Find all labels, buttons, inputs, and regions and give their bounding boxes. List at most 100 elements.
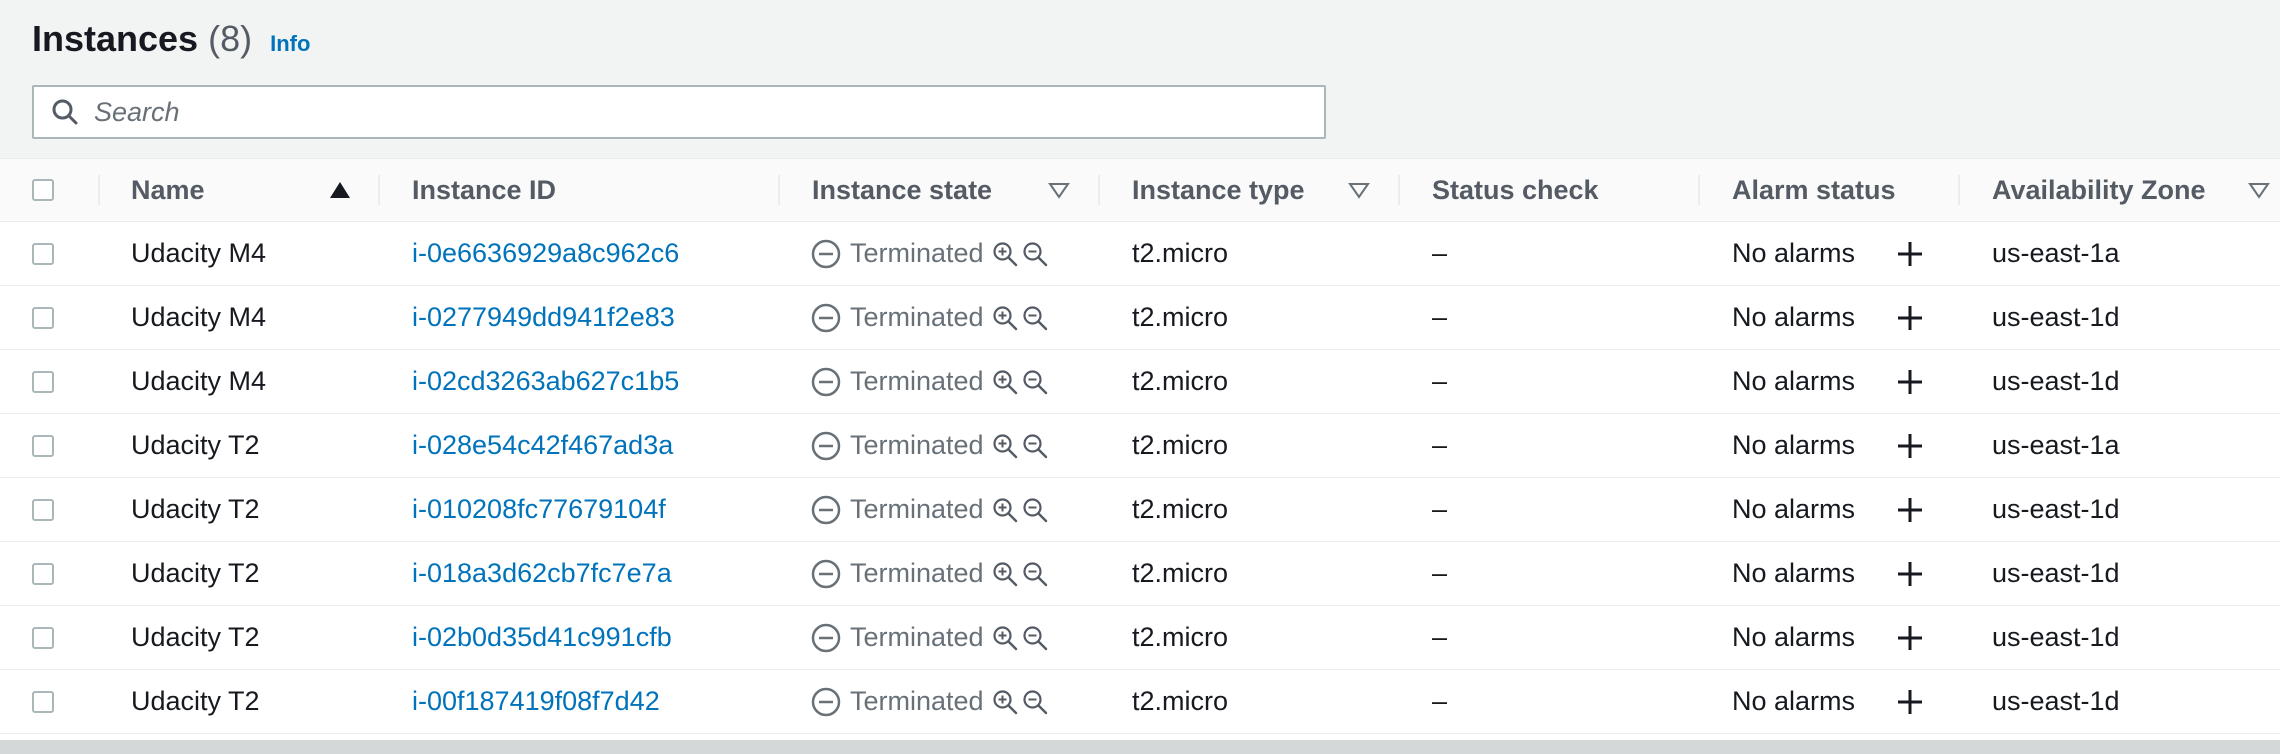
column-divider[interactable]: [1098, 175, 1100, 205]
plus-icon[interactable]: [1892, 236, 1928, 272]
zoom-out-icon[interactable]: [1020, 303, 1050, 333]
instance-id-link[interactable]: i-010208fc77679104f: [412, 478, 666, 541]
table-row[interactable]: Udacity T2 i-028e54c42f467ad3a Terminate…: [0, 414, 2280, 478]
plus-icon[interactable]: [1892, 684, 1928, 720]
zoom-out-icon[interactable]: [1020, 495, 1050, 525]
plus-icon[interactable]: [1892, 620, 1928, 656]
zoom-in-icon[interactable]: [990, 559, 1020, 589]
select-all-checkbox[interactable]: [32, 179, 54, 201]
state-label: Terminated: [850, 686, 984, 716]
instance-id-link[interactable]: i-0277949dd941f2e83: [412, 286, 675, 349]
plus-icon[interactable]: [1892, 492, 1928, 528]
search-box[interactable]: [32, 85, 1326, 139]
column-header-status-check[interactable]: Status check: [1432, 159, 1599, 221]
add-alarm-button[interactable]: [1892, 478, 1928, 541]
table-row[interactable]: Udacity M4 i-02cd3263ab627c1b5 Terminate…: [0, 350, 2280, 414]
column-header-name[interactable]: Name: [131, 159, 205, 221]
minus-circle-icon: [810, 238, 842, 270]
row-checkbox[interactable]: [32, 499, 54, 521]
column-header-instance-state[interactable]: Instance state: [812, 159, 992, 221]
zoom-in-icon[interactable]: [990, 431, 1020, 461]
minus-circle-icon: [810, 494, 842, 526]
zoom-in-icon[interactable]: [990, 303, 1020, 333]
row-checkbox[interactable]: [32, 371, 54, 393]
filter-triangle-icon[interactable]: [1048, 159, 1070, 221]
column-divider[interactable]: [1398, 175, 1400, 205]
column-header-alarm-status[interactable]: Alarm status: [1732, 159, 1896, 221]
filter-triangle-icon[interactable]: [1348, 159, 1370, 221]
zoom-controls: [990, 367, 1050, 397]
instance-id-link[interactable]: i-02b0d35d41c991cfb: [412, 606, 672, 669]
zoom-in-icon[interactable]: [990, 623, 1020, 653]
zoom-in-icon[interactable]: [990, 687, 1020, 717]
add-alarm-button[interactable]: [1892, 606, 1928, 669]
instance-id-link[interactable]: i-00f187419f08f7d42: [412, 670, 660, 733]
zoom-out-icon[interactable]: [1020, 687, 1050, 717]
status-check: –: [1432, 366, 1448, 396]
zoom-in-icon[interactable]: [990, 495, 1020, 525]
zoom-out-icon[interactable]: [1020, 367, 1050, 397]
alarm-status: No alarms: [1732, 494, 1856, 524]
column-header-availability-zone[interactable]: Availability Zone: [1992, 159, 2206, 221]
table-row[interactable]: Udacity T2 i-018a3d62cb7fc7e7a Terminate…: [0, 542, 2280, 606]
zoom-out-icon[interactable]: [1020, 559, 1050, 589]
add-alarm-button[interactable]: [1892, 414, 1928, 477]
filter-triangle-icon[interactable]: [2248, 159, 2270, 221]
availability-zone: us-east-1a: [1992, 430, 2120, 460]
row-checkbox[interactable]: [32, 627, 54, 649]
zoom-out-icon[interactable]: [1020, 623, 1050, 653]
table-row[interactable]: Udacity M4 i-0277949dd941f2e83 Terminate…: [0, 286, 2280, 350]
availability-zone: us-east-1d: [1992, 302, 2120, 332]
column-divider[interactable]: [98, 175, 100, 205]
row-checkbox[interactable]: [32, 307, 54, 329]
horizontal-scrollbar[interactable]: [0, 740, 2280, 754]
instance-state: Terminated: [810, 606, 1050, 669]
instance-state: Terminated: [810, 670, 1050, 733]
column-header-instance-id[interactable]: Instance ID: [412, 159, 556, 221]
instance-name: Udacity T2: [131, 494, 260, 524]
add-alarm-button[interactable]: [1892, 286, 1928, 349]
state-label: Terminated: [850, 366, 984, 396]
status-check: –: [1432, 430, 1448, 460]
zoom-in-icon[interactable]: [990, 239, 1020, 269]
alarm-status: No alarms: [1732, 302, 1856, 332]
row-checkbox[interactable]: [32, 691, 54, 713]
instance-id-link[interactable]: i-02cd3263ab627c1b5: [412, 350, 679, 413]
table-row[interactable]: Udacity T2 i-02b0d35d41c991cfb Terminate…: [0, 606, 2280, 670]
instance-id-link[interactable]: i-018a3d62cb7fc7e7a: [412, 542, 672, 605]
column-divider[interactable]: [1958, 175, 1960, 205]
table-row[interactable]: Udacity T2 i-010208fc77679104f Terminate…: [0, 478, 2280, 542]
row-checkbox[interactable]: [32, 435, 54, 457]
instance-id-link[interactable]: i-0e6636929a8c962c6: [412, 222, 679, 285]
table-row[interactable]: Udacity M4 i-0e6636929a8c962c6 Terminate…: [0, 222, 2280, 286]
column-divider[interactable]: [378, 175, 380, 205]
add-alarm-button[interactable]: [1892, 222, 1928, 285]
instance-id-link[interactable]: i-028e54c42f467ad3a: [412, 414, 673, 477]
zoom-controls: [990, 559, 1050, 589]
plus-icon[interactable]: [1892, 364, 1928, 400]
search-icon: [48, 95, 82, 129]
minus-circle-icon: [810, 366, 842, 398]
plus-icon[interactable]: [1892, 428, 1928, 464]
plus-icon[interactable]: [1892, 556, 1928, 592]
sort-ascending-icon[interactable]: [328, 159, 352, 221]
zoom-in-icon[interactable]: [990, 367, 1020, 397]
row-checkbox[interactable]: [32, 563, 54, 585]
row-checkbox[interactable]: [32, 243, 54, 265]
zoom-out-icon[interactable]: [1020, 431, 1050, 461]
column-divider[interactable]: [778, 175, 780, 205]
search-input[interactable]: [92, 91, 1324, 133]
add-alarm-button[interactable]: [1892, 350, 1928, 413]
column-header-instance-type[interactable]: Instance type: [1132, 159, 1305, 221]
add-alarm-button[interactable]: [1892, 670, 1928, 733]
page-title: Instances: [32, 18, 199, 59]
plus-icon[interactable]: [1892, 300, 1928, 336]
add-alarm-button[interactable]: [1892, 542, 1928, 605]
table-body: Udacity M4 i-0e6636929a8c962c6 Terminate…: [0, 222, 2280, 734]
table-row[interactable]: Udacity T2 i-00f187419f08f7d42 Terminate…: [0, 670, 2280, 734]
zoom-controls: [990, 431, 1050, 461]
column-divider[interactable]: [1698, 175, 1700, 205]
info-link[interactable]: Info: [270, 31, 310, 57]
zoom-out-icon[interactable]: [1020, 239, 1050, 269]
instance-state: Terminated: [810, 542, 1050, 605]
